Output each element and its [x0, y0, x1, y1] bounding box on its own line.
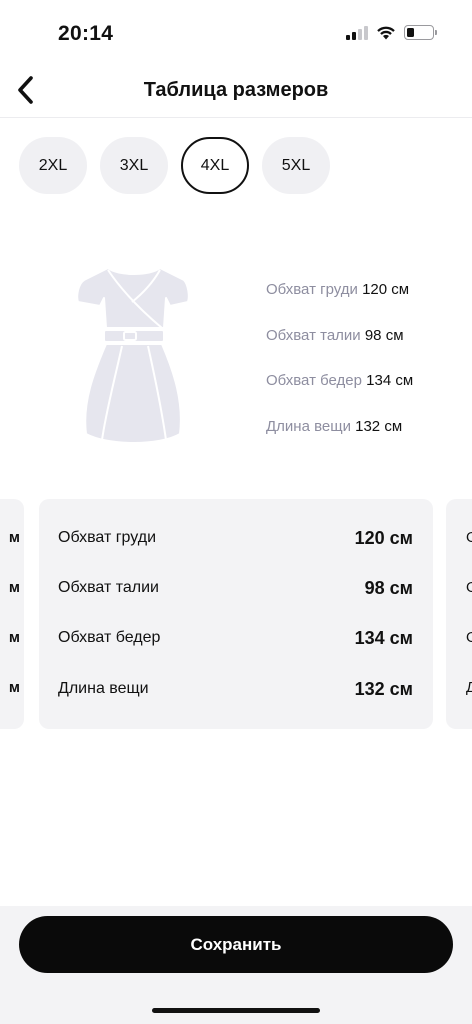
summary-value: 98 см	[364, 326, 404, 344]
summary-length: Длина вещи 132 см	[266, 417, 413, 463]
peek-text: О	[466, 529, 472, 546]
card-row-label: Длина вещи	[58, 680, 149, 697]
summary-chest: Обхват груди 120 см	[266, 280, 413, 326]
card-row-chest: Обхват груди 120 см	[58, 526, 413, 550]
card-row-value: 134 см	[354, 627, 413, 648]
size-selector: 2XL 3XL 4XL 5XL	[19, 137, 330, 194]
home-indicator[interactable]	[152, 1008, 320, 1013]
size-card-current: Обхват груди 120 см Обхват талии 98 см О…	[39, 499, 433, 729]
cellular-signal-icon	[346, 25, 368, 40]
status-time: 20:14	[58, 22, 114, 45]
summary-value: 120 см	[362, 281, 410, 298]
dress-illustration	[70, 262, 198, 450]
card-row-value: 120 см	[354, 527, 413, 548]
size-chip-5xl[interactable]: 5XL	[262, 137, 330, 194]
summary-hips: Обхват бедер 134 см	[266, 371, 413, 417]
status-bar: 20:14	[0, 0, 472, 64]
summary-value: 134 см	[366, 372, 414, 389]
dress-icon	[76, 267, 190, 444]
size-card-previous[interactable]: м м м м	[0, 499, 24, 729]
wifi-icon	[377, 26, 395, 40]
summary-value: 132 см	[355, 417, 403, 435]
status-icons	[346, 25, 437, 40]
battery-icon	[404, 25, 437, 40]
card-row-waist: Обхват талии 98 см	[58, 576, 413, 600]
card-row-label: Обхват бедер	[58, 629, 161, 646]
peek-text: О	[466, 579, 472, 596]
peek-text: м	[8, 579, 20, 596]
peek-text: Д	[466, 679, 472, 696]
summary-waist: Обхват талии 98 см	[266, 326, 413, 372]
save-button[interactable]: Сохранить	[19, 916, 453, 973]
peek-text: м	[8, 679, 20, 696]
peek-text: м	[8, 529, 20, 546]
summary-label: Обхват талии	[266, 326, 361, 344]
card-row-length: Длина вещи 132 см	[58, 677, 413, 701]
summary-label: Длина вещи	[266, 417, 351, 435]
card-row-hips: Обхват бедер 134 см	[58, 626, 413, 650]
card-row-label: Обхват груди	[58, 529, 157, 546]
size-chip-4xl[interactable]: 4XL	[181, 137, 249, 194]
summary-label: Обхват бедер	[266, 372, 362, 389]
page-title: Таблица размеров	[143, 79, 329, 101]
summary-label: Обхват груди	[266, 281, 358, 298]
size-card-next[interactable]: О О О Д	[446, 499, 472, 729]
size-chip-2xl[interactable]: 2XL	[19, 137, 87, 194]
measurement-summary: Обхват груди 120 см Обхват талии 98 см О…	[266, 280, 413, 462]
peek-text: м	[8, 629, 20, 646]
peek-text: О	[466, 629, 472, 646]
card-row-label: Обхват талии	[58, 579, 159, 596]
size-cards-carousel[interactable]: м м м м Обхват груди 120 см Обхват талии…	[0, 499, 472, 729]
nav-bar: Таблица размеров	[0, 64, 472, 118]
size-chip-3xl[interactable]: 3XL	[100, 137, 168, 194]
card-row-value: 98 см	[364, 577, 413, 598]
card-row-value: 132 см	[354, 678, 413, 699]
